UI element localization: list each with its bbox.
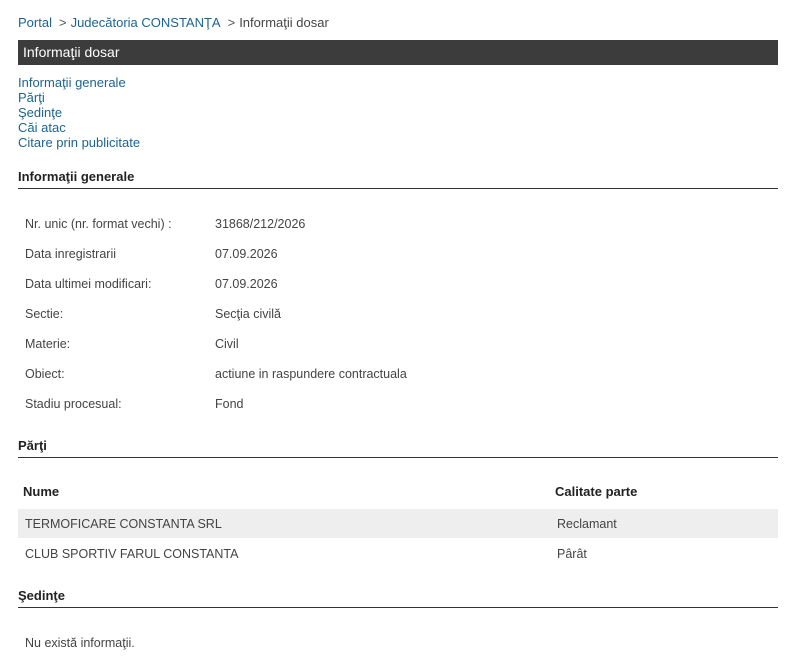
info-value: Secţia civilă (215, 307, 281, 321)
table-row: TERMOFICARE CONSTANTA SRL Reclamant (18, 509, 778, 538)
section-menu: Informaţii generale Părţi Şedinţe Căi at… (18, 75, 140, 150)
breadcrumb: Portal > Judecătoria CONSTANŢA > Informaţii … (18, 15, 329, 30)
info-label: Stadiu procesual: (25, 397, 122, 411)
party-role: Pârât (557, 547, 587, 561)
menu-link-citare-prin-publicitate[interactable]: Citare prin publicitate (18, 135, 140, 150)
info-label: Data inregistrarii (25, 247, 117, 261)
info-value: 07.09.2026 (215, 277, 278, 291)
breadcrumb-separator: > (58, 15, 67, 30)
info-label: Materie: (25, 337, 71, 351)
breadcrumb-separator: > (227, 15, 236, 30)
info-value: Fond (215, 397, 244, 411)
info-label: Data ultimei modificari: (25, 277, 152, 291)
section-heading-informatii-generale: Informaţii generale (18, 169, 778, 189)
info-label: Sectie: (25, 307, 64, 321)
info-value: 07.09.2026 (215, 247, 278, 261)
breadcrumb-court-link[interactable]: Judecătoria CONSTANŢA (71, 15, 221, 30)
party-name: CLUB SPORTIV FARUL CONSTANTA (25, 547, 239, 561)
menu-link-sedinte[interactable]: Şedinţe (18, 105, 140, 120)
page-title-bar: Informaţii dosar (18, 40, 778, 65)
info-value: 31868/212/2026 (215, 217, 306, 231)
column-header-nume: Nume (23, 484, 60, 499)
column-header-calitate-parte: Calitate parte (555, 484, 638, 499)
menu-link-informatii-generale[interactable]: Informaţii generale (18, 75, 140, 90)
section-heading-parti: Părţi (18, 438, 778, 458)
party-name: TERMOFICARE CONSTANTA SRL (25, 517, 222, 531)
page-title: Informaţii dosar (23, 44, 120, 60)
info-value: Civil (215, 337, 239, 351)
no-info-text: Nu există informaţii. (25, 636, 135, 650)
info-label: Obiect: (25, 367, 65, 381)
breadcrumb-portal-link[interactable]: Portal (18, 15, 52, 30)
menu-link-cai-atac[interactable]: Căi atac (18, 120, 140, 135)
menu-link-parti[interactable]: Părţi (18, 90, 140, 105)
section-heading-sedinte: Şedinţe (18, 588, 778, 608)
info-label: Nr. unic (nr. format vechi) : (25, 217, 172, 231)
party-role: Reclamant (557, 517, 617, 531)
table-row: CLUB SPORTIV FARUL CONSTANTA Pârât (18, 539, 778, 568)
breadcrumb-current: Informaţii dosar (239, 15, 329, 30)
info-value: actiune in raspundere contractuala (215, 367, 407, 381)
